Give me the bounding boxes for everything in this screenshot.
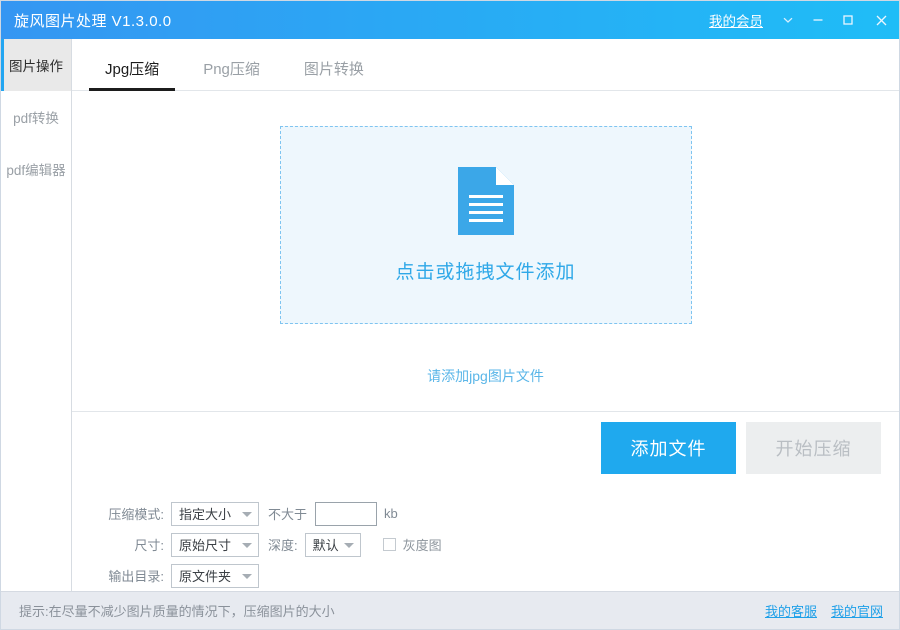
content-area: 点击或拖拽文件添加 请添加jpg图片文件 [72, 91, 899, 411]
settings-row-output: 输出目录: 原文件夹 [72, 560, 899, 591]
body-area: 图片操作 pdf转换 pdf编辑器 Jpg压缩 Png压缩 图片转换 [1, 39, 899, 591]
depth-select[interactable]: 默认 [305, 533, 361, 557]
dropzone-label: 点击或拖拽文件添加 [395, 257, 575, 284]
chevron-down-icon [344, 543, 354, 548]
grayscale-checkbox[interactable]: 灰度图 [383, 535, 442, 554]
status-bar: 提示:在尽量不减少图片质量的情况下，压缩图片的大小 我的客服 我的官网 [1, 591, 899, 629]
not-greater-label: 不大于 [268, 504, 307, 523]
tab-image-convert[interactable]: 图片转换 [282, 58, 386, 90]
app-window: 旋风图片处理 V1.3.0.0 我的会员 图片操作 pdf转换 [0, 0, 900, 630]
document-file-icon [458, 167, 514, 235]
chevron-down-icon [242, 543, 252, 548]
sidebar-item-label: pdf编辑器 [6, 159, 65, 179]
footer-hint: 提示:在尽量不减少图片质量的情况下，压缩图片的大小 [19, 601, 335, 620]
file-dropzone[interactable]: 点击或拖拽文件添加 [280, 126, 692, 324]
size-unit-label: kb [384, 506, 398, 521]
main-panel: Jpg压缩 Png压缩 图片转换 [72, 39, 899, 591]
tab-png-compress[interactable]: Png压缩 [181, 58, 282, 90]
my-membership-link[interactable]: 我的会员 [709, 10, 763, 30]
sidebar-item-pdf-convert[interactable]: pdf转换 [1, 91, 71, 143]
chevron-down-icon [242, 574, 252, 579]
settings-row-mode: 压缩模式: 指定大小 不大于 kb [72, 498, 899, 529]
add-file-button[interactable]: 添加文件 [601, 422, 736, 474]
dimension-value: 原始尺寸 [179, 535, 231, 554]
minimize-icon[interactable] [803, 1, 833, 39]
footer-links: 我的客服 我的官网 [765, 601, 883, 620]
chevron-down-icon[interactable] [773, 1, 803, 39]
dimension-label: 尺寸: [92, 535, 164, 554]
settings-panel: 压缩模式: 指定大小 不大于 kb 尺寸: 原始尺寸 深度: [72, 484, 899, 591]
sidebar-item-pdf-editor[interactable]: pdf编辑器 [1, 143, 71, 195]
compress-mode-label: 压缩模式: [92, 504, 164, 523]
add-file-hint: 请添加jpg图片文件 [427, 366, 544, 386]
compress-mode-select[interactable]: 指定大小 [171, 502, 259, 526]
settings-row-dimension: 尺寸: 原始尺寸 深度: 默认 灰度图 [72, 529, 899, 560]
sidebar-item-label: 图片操作 [9, 55, 63, 75]
maximize-icon[interactable] [833, 1, 863, 39]
sidebar: 图片操作 pdf转换 pdf编辑器 [1, 39, 72, 591]
sidebar-item-image-ops[interactable]: 图片操作 [1, 39, 71, 91]
checkbox-box [383, 538, 396, 551]
tab-label: Png压缩 [203, 61, 260, 78]
output-dir-value: 原文件夹 [179, 566, 231, 585]
title-bar: 旋风图片处理 V1.3.0.0 我的会员 [1, 1, 899, 39]
depth-label: 深度: [268, 535, 298, 554]
dimension-select[interactable]: 原始尺寸 [171, 533, 259, 557]
tab-jpg-compress[interactable]: Jpg压缩 [83, 58, 181, 90]
max-size-input[interactable] [315, 502, 377, 526]
close-icon[interactable] [863, 1, 899, 39]
customer-support-link[interactable]: 我的客服 [765, 601, 817, 620]
depth-value: 默认 [313, 535, 339, 554]
start-compress-button: 开始压缩 [746, 422, 881, 474]
window-controls: 我的会员 [709, 1, 899, 39]
compress-mode-value: 指定大小 [179, 504, 231, 523]
official-site-link[interactable]: 我的官网 [831, 601, 883, 620]
app-title: 旋风图片处理 V1.3.0.0 [1, 10, 172, 31]
tab-label: 图片转换 [304, 61, 364, 78]
tab-bar: Jpg压缩 Png压缩 图片转换 [72, 39, 899, 91]
sidebar-item-label: pdf转换 [13, 107, 59, 127]
output-dir-select[interactable]: 原文件夹 [171, 564, 259, 588]
tab-label: Jpg压缩 [105, 61, 159, 78]
action-bar: 添加文件 开始压缩 [72, 412, 899, 484]
grayscale-label: 灰度图 [403, 535, 442, 554]
output-dir-label: 输出目录: [92, 566, 164, 585]
chevron-down-icon [242, 512, 252, 517]
